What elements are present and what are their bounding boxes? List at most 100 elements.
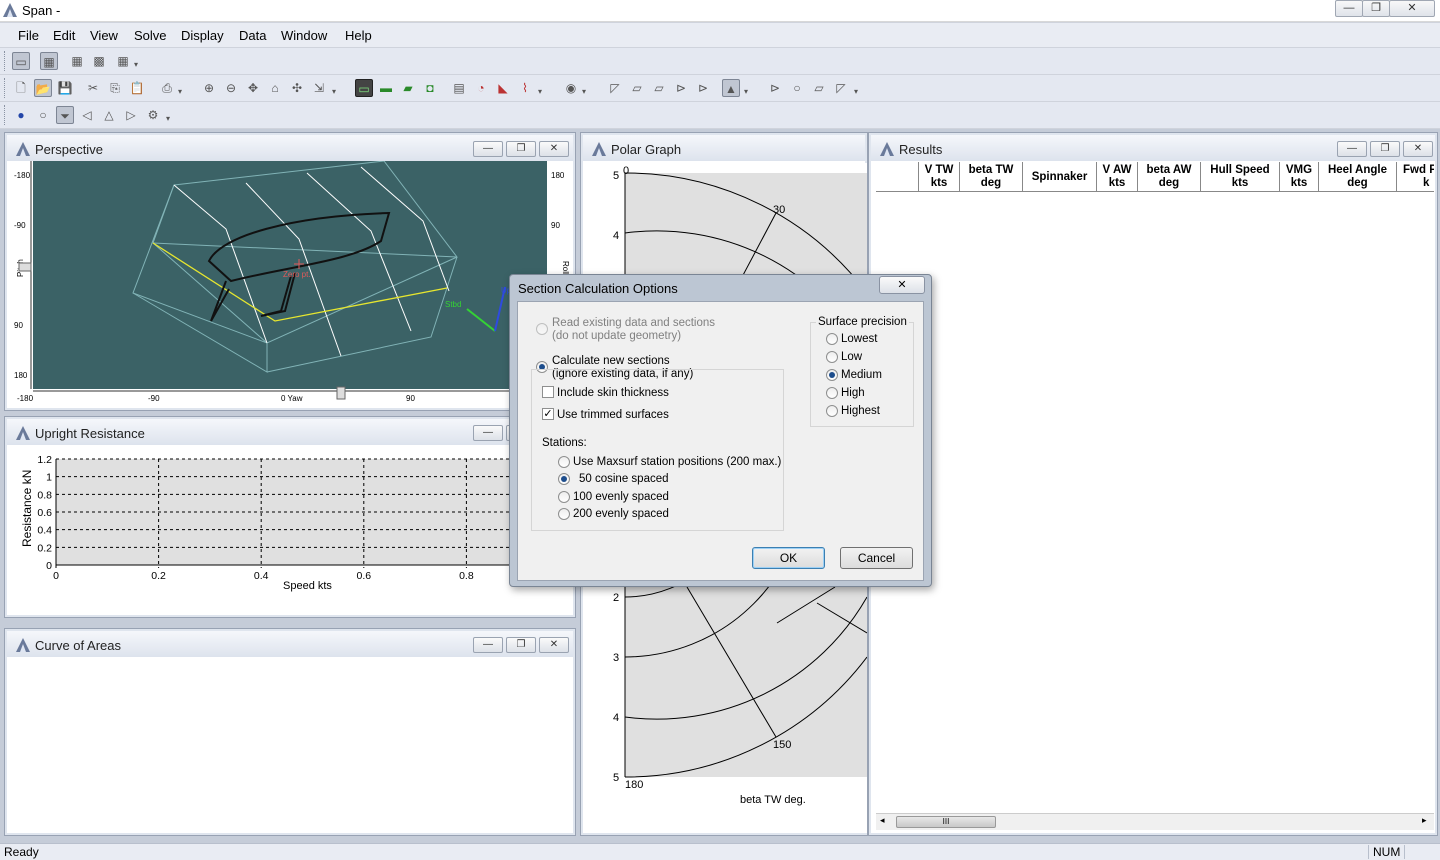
close-button[interactable]: ✕ — [1389, 0, 1435, 17]
maximize-button[interactable]: ❐ — [1362, 0, 1390, 17]
child-close-button[interactable]: ✕ — [539, 637, 569, 653]
dropdown-arrow-icon[interactable]: ▾ — [580, 83, 588, 101]
menu-file[interactable]: File — [18, 28, 39, 43]
plan-view-icon[interactable]: ▰ — [399, 79, 417, 97]
copy-icon[interactable]: ⎘ — [106, 79, 124, 97]
child-minimize-button[interactable]: — — [473, 425, 503, 441]
child-restore-button[interactable]: ❐ — [506, 637, 536, 653]
station-50-cosine-radio[interactable] — [558, 473, 570, 485]
child-minimize-button[interactable]: — — [473, 141, 503, 157]
child-restore-button[interactable]: ❐ — [506, 141, 536, 157]
child-minimize-button[interactable]: — — [1337, 141, 1367, 157]
scroll-left-icon[interactable]: ◂ — [880, 815, 885, 826]
shape-2-icon[interactable]: ▱ — [810, 79, 828, 97]
zoom-out-icon[interactable]: ⊖ — [222, 79, 240, 97]
menu-edit[interactable]: Edit — [53, 28, 75, 43]
toolbar-grip[interactable] — [4, 105, 7, 125]
view-mode-4-icon[interactable]: ▩ — [90, 52, 108, 70]
funnel-icon[interactable]: ⏷ — [56, 106, 74, 124]
dropdown-arrow-icon[interactable]: ▾ — [132, 56, 140, 74]
column-header-heel-angle[interactable]: Heel Angle deg — [1319, 162, 1397, 191]
sail-up-icon[interactable]: △ — [100, 106, 118, 124]
ok-button[interactable]: OK — [752, 547, 825, 569]
areas-title-bar[interactable]: Curve of Areas — ❐ ✕ — [7, 631, 573, 657]
column-header-fwd-f[interactable]: Fwd Fk — [1397, 162, 1434, 191]
read-existing-radio[interactable] — [536, 323, 548, 335]
column-header-beta-tw[interactable]: beta TW deg — [960, 162, 1023, 191]
perspective-viewport[interactable]: Zero pt. Stbd Up -180 -90 90 180 -180 -9… — [11, 161, 569, 407]
rotate-icon[interactable]: ✣ — [288, 79, 306, 97]
view-mode-1-icon[interactable]: ▭ — [12, 52, 30, 70]
child-close-button[interactable]: ✕ — [539, 141, 569, 157]
minimize-button[interactable]: — — [1335, 0, 1363, 17]
sail-shape-4-icon[interactable]: ⊳ — [672, 79, 690, 97]
cut-icon[interactable]: ✂ — [84, 79, 102, 97]
body-view-icon[interactable]: ◘ — [421, 79, 439, 97]
toolbar-grip[interactable] — [4, 78, 7, 98]
dropdown-arrow-icon[interactable]: ▾ — [164, 110, 172, 128]
menu-window[interactable]: Window — [281, 28, 327, 43]
column-header-vmg[interactable]: VMG kts — [1280, 162, 1319, 191]
column-header-v-tw[interactable]: V TW kts — [919, 162, 960, 191]
zoom-in-icon[interactable]: ⊕ — [200, 79, 218, 97]
upright-resistance-chart[interactable]: 0 0.2 0.4 0.6 0.8 1 1.2 0 0.2 0.4 0.6 0.8 Resistanc… — [11, 447, 569, 613]
table-icon[interactable]: ▤ — [450, 79, 468, 97]
sail-shape-2-icon[interactable]: ▱ — [628, 79, 646, 97]
sail-shape-3-icon[interactable]: ▱ — [650, 79, 668, 97]
precision-high-radio[interactable] — [826, 387, 838, 399]
sail-plan-icon[interactable]: ▲ — [722, 79, 740, 97]
circle-icon[interactable]: ○ — [788, 79, 806, 97]
pitch-slider-thumb[interactable] — [18, 262, 32, 272]
graph-icon[interactable]: ◣ — [494, 79, 512, 97]
shrink-icon[interactable]: ⇲ — [310, 79, 328, 97]
perspective-title-bar[interactable]: Perspective — ❐ ✕ — [7, 135, 573, 161]
station-100-even-radio[interactable] — [558, 491, 570, 503]
dropdown-arrow-icon[interactable]: ▾ — [852, 83, 860, 101]
polar-icon[interactable]: ◔ — [472, 79, 490, 97]
column-header-spinnaker[interactable]: Spinnaker — [1023, 162, 1097, 191]
save-icon[interactable]: 💾 — [56, 79, 74, 97]
paste-icon[interactable]: 📋 — [128, 79, 146, 97]
column-header-beta-aw[interactable]: beta AW deg — [1138, 162, 1201, 191]
precision-highest-radio[interactable] — [826, 405, 838, 417]
child-minimize-button[interactable]: — — [473, 637, 503, 653]
child-restore-button[interactable]: ❐ — [1370, 141, 1400, 157]
shape-1-icon[interactable]: ⊳ — [766, 79, 784, 97]
chart-icon[interactable]: ⌇ — [516, 79, 534, 97]
sail-left-icon[interactable]: ◁ — [78, 106, 96, 124]
sail-shape-1-icon[interactable]: ◸ — [606, 79, 624, 97]
use-trimmed-checkbox[interactable]: ✓ — [542, 408, 554, 420]
dialog-close-button[interactable]: ✕ — [879, 276, 925, 294]
column-header-v-aw[interactable]: V AW kts — [1097, 162, 1138, 191]
dropdown-arrow-icon[interactable]: ▾ — [176, 83, 184, 101]
view-mode-3-icon[interactable]: ▦ — [68, 52, 86, 70]
toolbar-grip[interactable] — [4, 51, 7, 71]
grid-icon[interactable]: ▦ — [114, 52, 132, 70]
circle-outline-icon[interactable]: ○ — [34, 106, 52, 124]
pan-icon[interactable]: ✥ — [244, 79, 262, 97]
view-mode-2-icon[interactable]: ▦ — [40, 52, 58, 70]
rig-icon[interactable]: ⚙ — [144, 106, 162, 124]
menu-data[interactable]: Data — [239, 28, 266, 43]
child-close-button[interactable]: ✕ — [1403, 141, 1433, 157]
menu-view[interactable]: View — [90, 28, 118, 43]
upright-title-bar[interactable]: Upright Resistance — ❐ ✕ — [7, 419, 573, 445]
menu-solve[interactable]: Solve — [134, 28, 167, 43]
sail-shape-5-icon[interactable]: ⊳ — [694, 79, 712, 97]
hull-view-icon[interactable]: ▭ — [355, 79, 373, 97]
scroll-thumb[interactable]: III — [896, 816, 996, 828]
precision-lowest-radio[interactable] — [826, 333, 838, 345]
print-icon[interactable]: ⎙ — [158, 79, 176, 97]
scroll-right-icon[interactable]: ▸ — [1422, 815, 1427, 826]
station-200-even-radio[interactable] — [558, 508, 570, 520]
sail-right-icon[interactable]: ▷ — [122, 106, 140, 124]
column-header-hull-speed[interactable]: Hull Speed kts — [1201, 162, 1280, 191]
include-skin-checkbox[interactable] — [542, 386, 554, 398]
results-title-bar[interactable]: Results — ❐ ✕ — [871, 135, 1435, 161]
dropdown-arrow-icon[interactable]: ▾ — [742, 83, 750, 101]
profile-view-icon[interactable]: ▬ — [377, 79, 395, 97]
menu-display[interactable]: Display — [181, 28, 224, 43]
shape-3-icon[interactable]: ◸ — [832, 79, 850, 97]
dropdown-arrow-icon[interactable]: ▾ — [536, 83, 544, 101]
home-view-icon[interactable]: ⌂ — [266, 79, 284, 97]
